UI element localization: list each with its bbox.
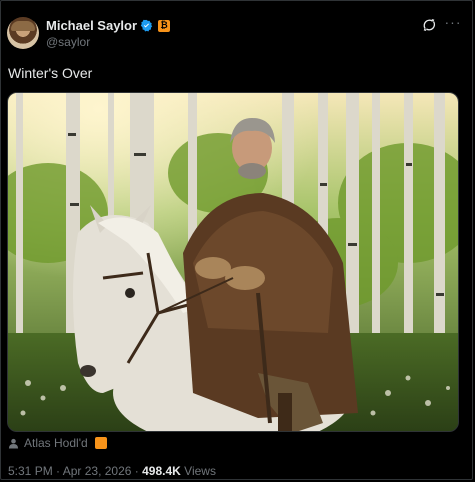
attribution-name: Atlas Hodl'd [24,436,88,450]
avatar[interactable] [7,17,39,49]
views-count[interactable]: 498.4K [142,464,181,478]
more-options-button[interactable]: ··· [443,15,463,33]
person-icon [8,438,19,449]
tweet-date[interactable]: Apr 23, 2026 [63,464,132,478]
media-attribution[interactable]: Atlas Hodl'd [8,436,107,450]
meta-separator: · [134,464,139,478]
tweet-text: Winter's Over [8,65,93,81]
tweet-time[interactable]: 5:31 PM [8,464,53,478]
author-display-name[interactable]: Michael Saylor [46,18,137,33]
tweet-photo[interactable] [7,92,459,432]
views-label: Views [184,464,216,478]
verified-badge-icon [140,19,153,32]
meta-separator: · [56,464,61,478]
author-handle[interactable]: @saylor [46,35,90,49]
attribution-bitcoin-badge [94,437,107,449]
grok-icon[interactable] [421,17,437,33]
photo-scene [8,93,458,431]
bitcoin-badge: ₿ [158,19,171,32]
author-name-row: Michael Saylor ₿ [46,18,171,33]
tweet-meta: 5:31 PM · Apr 23, 2026 · 498.4K Views [8,464,216,478]
tweet-header: Michael Saylor ₿ @saylor ··· [7,15,467,55]
